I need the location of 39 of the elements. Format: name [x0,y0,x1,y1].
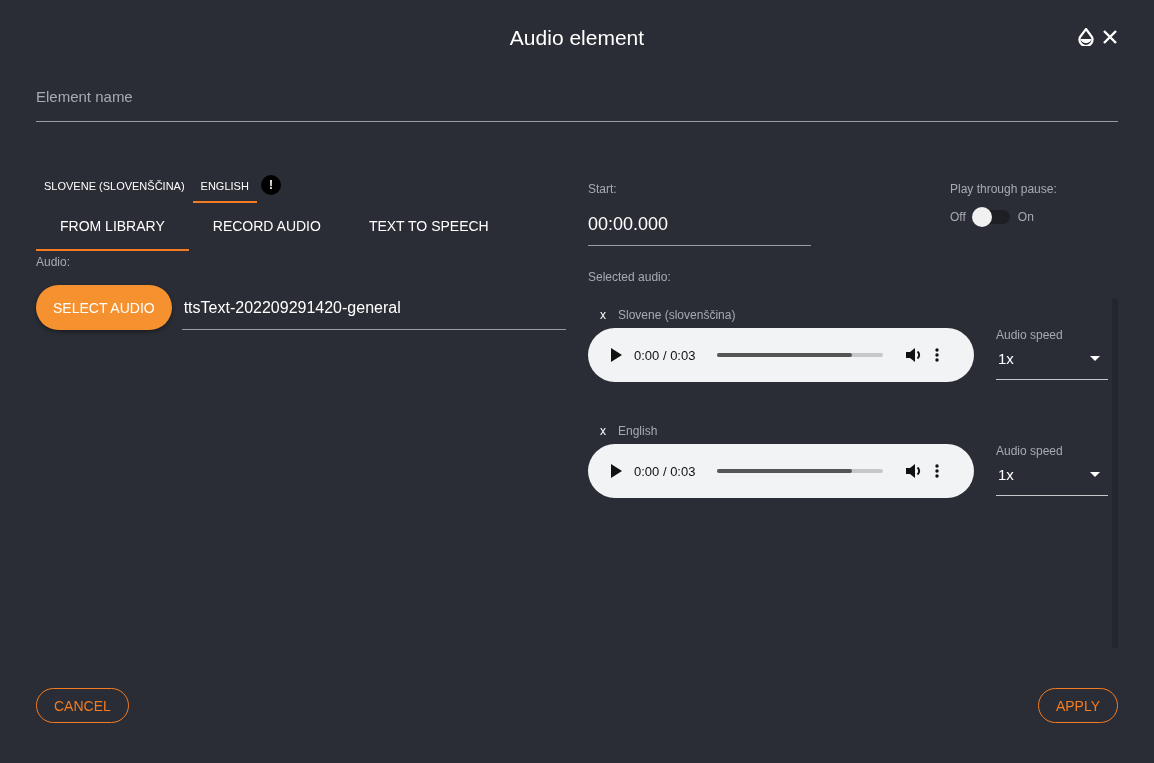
time-display: 0:00 / 0:03 [634,347,696,363]
caret-icon [1090,356,1100,361]
audio-player[interactable]: 0:00 / 0:03 [588,328,974,382]
language-label: Slovene (slovenščina) [618,308,736,322]
play-icon[interactable] [610,464,622,478]
dialog-title: Audio element [509,26,645,50]
language-label: English [618,424,658,438]
source-tab[interactable]: TEXT TO SPEECH [344,209,513,251]
selected-audio-label: Selected audio: [588,270,672,284]
start-time-field[interactable]: 00:00.000 [588,200,811,246]
source-tab[interactable]: FROM LIBRARY [36,209,189,251]
more-icon[interactable] [935,348,940,362]
source-tab[interactable]: RECORD AUDIO [188,209,345,251]
drop-icon[interactable] [1078,28,1094,46]
caret-icon [1090,472,1100,477]
language-tab[interactable]: ENGLISH [192,170,257,203]
audio-player[interactable]: 0:00 / 0:03 [588,444,974,498]
audio-speed-label: Audio speed [996,444,1064,458]
toggle-switch[interactable] [973,210,1010,224]
progress-track[interactable] [717,353,884,357]
alert-badge: ! [260,175,281,195]
element-name-field[interactable]: Element name [36,76,1118,122]
remove-button[interactable]: x [600,308,606,322]
language-tab[interactable]: SLOVENE (SLOVENŠČINA) [36,170,193,203]
time-display: 0:00 / 0:03 [634,463,696,479]
audio-speed-label: Audio speed [996,328,1064,342]
audio-speed-dropdown[interactable]: 1x [996,342,1108,380]
on-label: On [1017,210,1034,224]
more-icon[interactable] [935,464,940,478]
audio-file-field[interactable]: ttsText-202209291420-general [181,299,566,330]
progress-track[interactable] [717,469,884,473]
start-label: Start: [588,182,618,196]
off-label: Off [950,210,966,224]
close-icon[interactable] [1102,29,1118,45]
audio-label: Audio: [36,255,72,269]
play-through-pause-label: Play through pause: [950,182,1058,196]
remove-button[interactable]: x [600,424,606,438]
play-icon[interactable] [610,348,622,362]
audio-speed-dropdown[interactable]: 1x [996,458,1108,496]
